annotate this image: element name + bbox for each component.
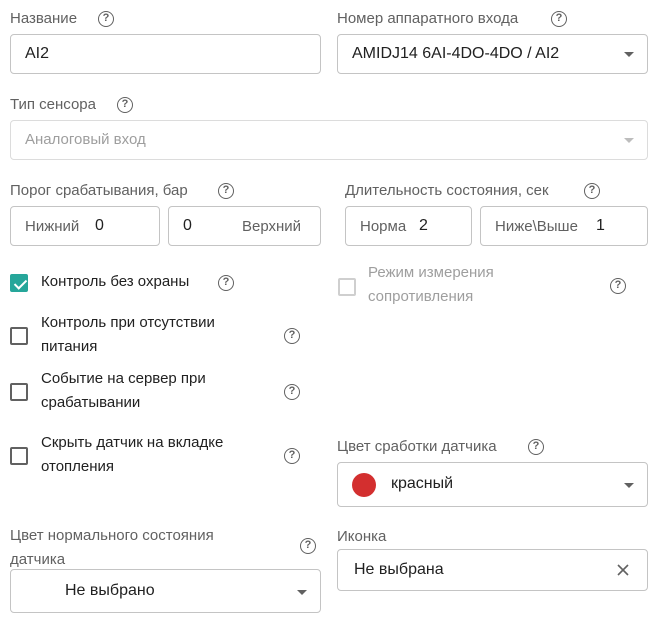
name-help-icon[interactable]: ? — [98, 11, 114, 27]
duration-normal-label: Норма — [360, 218, 407, 235]
icon-label: Иконка — [337, 528, 387, 545]
hide-heating-label: Скрыть датчик на вкладке отопления — [41, 431, 223, 479]
server-event-label: Событие на сервер при срабатывании — [41, 367, 206, 415]
threshold-upper-value: 0 — [183, 217, 192, 234]
icon-value: Не выбрана — [354, 561, 444, 578]
threshold-upper-label: Верхний — [242, 218, 302, 235]
power-loss-label: Контроль при отсутствии питания — [41, 311, 215, 359]
icon-select[interactable]: Не выбрана — [337, 549, 648, 591]
threshold-lower-value: 0 — [95, 217, 104, 234]
duration-normal-input[interactable]: Норма 2 — [345, 206, 472, 246]
threshold-lower-label: Нижний — [25, 218, 80, 235]
name-label: Название — [10, 10, 78, 27]
trigger-color-select[interactable]: красный — [337, 462, 648, 507]
threshold-lower-input[interactable]: Нижний 0 — [10, 206, 160, 246]
name-input[interactable]: AI2 — [10, 34, 321, 74]
duration-help-icon[interactable]: ? — [584, 183, 600, 199]
duration-below-above-input[interactable]: Ниже\Выше 1 — [480, 206, 648, 246]
threshold-upper-input[interactable]: 0 Верхний — [168, 206, 321, 246]
threshold-label: Порог срабатывания, бар — [10, 182, 188, 199]
hw-input-select[interactable]: AMIDJ14 6AI-4DO-4DO / AI2 — [337, 34, 648, 74]
trigger-color-value: красный — [391, 475, 454, 492]
hide-heating-label-line2: отопления — [41, 458, 115, 475]
server-event-label-line1: Событие на сервер при — [41, 370, 206, 387]
resistance-mode-label: Режим измерения сопротивления — [368, 261, 494, 309]
no-guard-help-icon[interactable]: ? — [218, 275, 234, 291]
normal-color-label: Цвет нормального состояния датчика — [10, 524, 214, 572]
hide-heating-label-line1: Скрыть датчик на вкладке — [41, 434, 224, 451]
threshold-help-icon[interactable]: ? — [218, 183, 234, 199]
resistance-mode-label-line2: сопротивления — [368, 288, 474, 305]
duration-label: Длительность состояния, сек — [345, 182, 549, 199]
sensor-type-value: Аналоговый вход — [25, 131, 146, 148]
trigger-color-label: Цвет сработки датчика — [337, 438, 497, 455]
chevron-down-icon — [624, 483, 634, 488]
hw-input-help-icon[interactable]: ? — [551, 11, 567, 27]
chevron-down-icon — [624, 138, 634, 143]
duration-below-above-value: 1 — [596, 217, 605, 234]
hw-input-value: AMIDJ14 6AI-4DO-4DO / AI2 — [352, 45, 560, 62]
resistance-mode-checkbox — [338, 278, 356, 296]
power-loss-checkbox[interactable] — [10, 327, 28, 345]
color-swatch — [352, 473, 376, 497]
normal-color-select[interactable]: Не выбрано — [10, 569, 321, 613]
hide-heating-checkbox[interactable] — [10, 447, 28, 465]
resistance-mode-help-icon[interactable]: ? — [610, 278, 626, 294]
duration-below-above-label: Ниже\Выше — [495, 218, 578, 235]
sensor-type-help-icon[interactable]: ? — [117, 97, 133, 113]
server-event-label-line2: срабатывании — [41, 394, 141, 411]
normal-color-help-icon[interactable]: ? — [300, 538, 316, 554]
duration-normal-value: 2 — [419, 217, 428, 234]
resistance-mode-label-line1: Режим измерения — [368, 264, 494, 281]
checkmark-icon — [13, 276, 28, 290]
no-guard-checkbox[interactable] — [10, 274, 28, 292]
server-event-help-icon[interactable]: ? — [284, 384, 300, 400]
power-loss-help-icon[interactable]: ? — [284, 328, 300, 344]
sensor-type-select: Аналоговый вход — [10, 120, 648, 160]
sensor-type-label: Тип сенсора — [10, 96, 96, 113]
clear-icon[interactable] — [617, 564, 629, 576]
normal-color-value: Не выбрано — [65, 582, 155, 599]
chevron-down-icon — [624, 52, 634, 57]
normal-color-label-line1: Цвет нормального состояния — [10, 527, 214, 544]
chevron-down-icon — [297, 590, 307, 595]
trigger-color-help-icon[interactable]: ? — [528, 439, 544, 455]
no-guard-label: Контроль без охраны — [41, 273, 190, 290]
hw-input-label: Номер аппаратного входа — [337, 10, 519, 27]
name-input-value: AI2 — [25, 45, 50, 62]
hide-heating-help-icon[interactable]: ? — [284, 448, 300, 464]
power-loss-label-line2: питания — [41, 338, 98, 355]
power-loss-label-line1: Контроль при отсутствии — [41, 314, 215, 331]
server-event-checkbox[interactable] — [10, 383, 28, 401]
